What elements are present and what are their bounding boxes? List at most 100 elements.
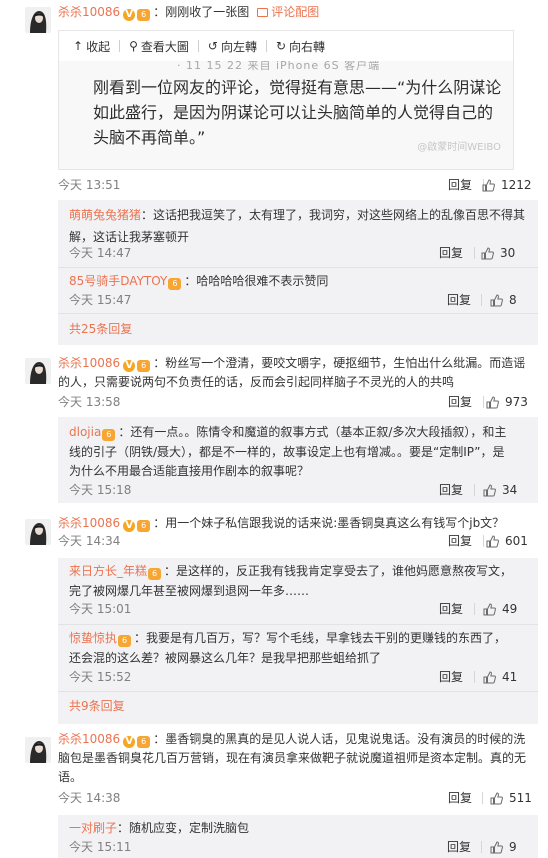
username-link[interactable]: 杀杀10086 (58, 5, 120, 19)
view-large-button[interactable]: ⚲ 查看大圖 (129, 38, 189, 55)
rotate-left-button[interactable]: ↺ 向左轉 (208, 38, 257, 55)
reply-button[interactable]: 回复 (448, 788, 472, 808)
rotate-left-icon: ↺ (207, 39, 218, 53)
reply-username-link[interactable]: 一对刷子 (69, 821, 117, 835)
reply-button[interactable]: 回复 (439, 243, 463, 263)
image-watermark: @啟蒙时间WEIBO (417, 142, 501, 153)
like-button[interactable]: 511 (490, 788, 532, 811)
reply-time: 今天 14:47 (69, 246, 132, 260)
thumbs-up-icon (481, 246, 494, 266)
like-button[interactable]: 1212 (482, 175, 532, 198)
reply-text: 85号骑手DAYTOY 6 ：哈哈哈哈很难不表示赞同 (69, 270, 528, 292)
like-button[interactable]: 973 (486, 392, 528, 415)
reply-text: 为什么不用最合适能直接用作剧本的叙事呢？ (69, 460, 528, 482)
reply-username-link[interactable]: 惊蛰惊执 (69, 631, 117, 645)
like-button[interactable]: 601 (486, 531, 528, 554)
reply-button[interactable]: 回复 (439, 667, 463, 687)
level-badge-icon: 6 (137, 9, 151, 21)
reply-divider (58, 313, 538, 314)
meta-divider (483, 396, 484, 408)
avatar[interactable] (25, 7, 51, 33)
meta-divider (482, 792, 483, 804)
avatar[interactable] (25, 737, 51, 763)
reply-button[interactable]: 回复 (448, 531, 472, 551)
comment-image-viewer: ↑ 收起 ⚲ 查看大圖 ↺ 向左轉 ↻ 向右轉 · 11 15 22 来自 iPhone… (58, 30, 514, 170)
comment-picture-link[interactable]: 评论配图 (257, 5, 319, 19)
like-button[interactable]: 8 (490, 290, 517, 313)
like-button[interactable]: 30 (481, 243, 515, 266)
verified-icon: V (123, 9, 136, 21)
thumbs-up-icon (490, 840, 503, 858)
reply-divider (58, 691, 538, 692)
reply-time: 今天 15:11 (69, 840, 132, 854)
comment-body-line-3: 语。 (58, 770, 83, 784)
username-link[interactable]: 杀杀10086 (58, 356, 120, 370)
like-button[interactable]: 34 (483, 480, 517, 503)
comment-body-line-1: ：粉丝写一个澄清，要咬文嚼字，硬抠细节，生怕出什么纰漏。而造谣 (153, 356, 526, 370)
reply-meta: 今天 14:47 回复 30 (69, 243, 530, 263)
avatar[interactable] (25, 519, 51, 545)
reply-meta: 今天 15:47 回复 8 (69, 290, 530, 310)
meta-divider (474, 247, 475, 259)
meta-divider (483, 535, 484, 547)
magnifier-icon: ⚲ (129, 39, 138, 53)
reply-username-link[interactable]: dlojia (69, 425, 101, 439)
thumbs-up-icon (483, 602, 496, 622)
reply-text: 还会混的这么差？被网暴这么几年？是我早把那些蛆给抓了 (69, 647, 528, 669)
reply-body-line-2: 还会混的这么差？被网暴这么几年？是我早把那些蛆给抓了 (69, 651, 382, 665)
meta-divider (481, 841, 482, 853)
reply-body-line-1: ：是这样的，反正我有钱我肯定享受去了，谁他妈愿意熬夜写文， (164, 564, 513, 578)
reply-username-link[interactable]: 萌萌兔兔猪猪 (69, 208, 141, 222)
reply-button[interactable]: 回复 (447, 837, 471, 857)
reply-text: 萌萌兔兔猪猪：这话把我逗笑了，太有理了，我词穷，对这些网络上的乱像百思不得其解，… (69, 204, 528, 248)
reply-time: 今天 15:52 (69, 670, 132, 684)
comment-body: ：刚刚收了一张图 (153, 5, 250, 19)
reply-body-line-2: 线的引子（阴铁/聂大），都是不一样的，故事设定上也有增减。。要是“定制IP”，是 (69, 445, 505, 459)
username-link[interactable]: 杀杀10086 (58, 732, 120, 746)
comment-text: 语。 (58, 767, 538, 788)
comment-text: 杀杀10086 V 6 ：粉丝写一个澄清，要咬文嚼字，硬抠细节，生怕出什么纰漏。而造谣 (58, 353, 538, 374)
comment-text: 脑包是墨香铜臭花几百万营销，现在有演员拿来做靶子就说魔道祖师是资本定制。真的无 (58, 748, 538, 769)
reply-body-line-2: 完了被网爆几年甚至被网爆到退网一年多…… (69, 584, 310, 598)
reply-button[interactable]: 回复 (448, 175, 472, 195)
toolbar-divider (265, 40, 267, 52)
comment-meta: 今天 14:38 回复 511 (58, 788, 534, 808)
comment-meta: 今天 14:34 回复 601 (58, 531, 534, 551)
collapse-button[interactable]: ↑ 收起 (73, 38, 110, 55)
verified-icon: V (123, 360, 136, 372)
reply-button[interactable]: 回复 (439, 599, 463, 619)
like-button[interactable]: 9 (490, 837, 517, 858)
toolbar-divider (119, 40, 121, 52)
like-count: 8 (509, 293, 517, 307)
more-replies-link[interactable]: 共25条回复 (69, 320, 132, 337)
reply-text: 来日方长_年糕 6 ：是这样的，反正我有钱我肯定享受去了，谁他妈愿意熬夜写文， (69, 560, 528, 582)
comment-text: 的人，只需要说两句不负责任的话，反而会引起同样脑子不灵光的人的共鸣 (58, 372, 538, 393)
comment-image[interactable]: · 11 15 22 来自 iPhone 6S 客户端 刚看到一位网友的评论，觉… (59, 61, 513, 169)
reply-body-line-1: ：还有一点。。陈情令和魔道的叙事方式（基本正叙/多次大段插叙），和主 (118, 425, 507, 439)
meta-divider (474, 484, 475, 496)
rotate-right-button[interactable]: ↻ 向右轉 (276, 38, 325, 55)
reply-button[interactable]: 回复 (448, 392, 472, 412)
comment-picture-label: 评论配图 (271, 5, 320, 19)
level-badge-icon: 6 (148, 568, 162, 580)
thumbs-up-icon (483, 483, 496, 503)
like-button[interactable]: 49 (483, 599, 517, 622)
reply-button[interactable]: 回复 (439, 480, 463, 500)
comment-text: 杀杀10086 V 6 ：墨香铜臭的黑真的是见人说人话，见鬼说鬼话。没有演员的时候的洗 (58, 729, 538, 750)
comment-time: 今天 13:58 (58, 395, 121, 409)
thumbs-up-icon (482, 178, 495, 198)
comment-body-line-2: 脑包是墨香铜臭花几百万营销，现在有演员拿来做靶子就说魔道祖师是资本定制。真的无 (58, 751, 527, 765)
comment-time: 今天 13:51 (58, 178, 121, 192)
username-link[interactable]: 杀杀10086 (58, 516, 120, 530)
reply-time: 今天 15:47 (69, 293, 132, 307)
reply-button[interactable]: 回复 (447, 290, 471, 310)
avatar[interactable] (25, 358, 51, 384)
image-toolbar: ↑ 收起 ⚲ 查看大圖 ↺ 向左轉 ↻ 向右轉 (59, 31, 513, 61)
reply-username-link[interactable]: 来日方长_年糕 (69, 564, 147, 578)
reply-body-line-1: ：我要是有几百万，写？写个毛线，早拿钱去干别的更赚钱的东西了， (134, 631, 507, 645)
more-replies-link[interactable]: 共9条回复 (69, 697, 125, 714)
comment-time: 今天 14:34 (58, 534, 121, 548)
like-button[interactable]: 41 (483, 667, 517, 690)
like-count: 41 (502, 670, 518, 684)
reply-username-link[interactable]: 85号骑手DAYTOY (69, 274, 167, 288)
